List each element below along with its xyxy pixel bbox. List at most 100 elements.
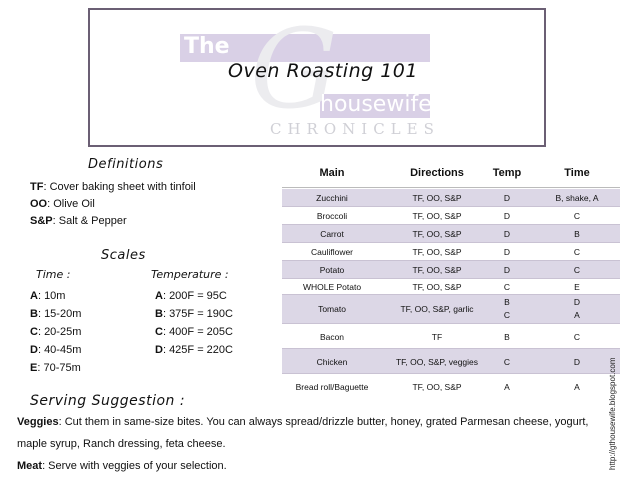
veggies-text: : Cut them in same-size bites. You can a… [58, 416, 589, 428]
definition-key: OO [30, 198, 48, 210]
scale-text: : 400F = 205C [162, 326, 233, 338]
cell-main: Cauliflower [310, 247, 354, 257]
cell-main: Potato [319, 265, 345, 275]
definition-key: S&P [30, 215, 53, 227]
cell-time: C [573, 332, 581, 342]
cell-main: Zucchini [316, 193, 348, 203]
cell-main: Bacon [319, 332, 345, 342]
veggies-line-2: maple syrup, Ranch dressing, feta cheese… [17, 438, 226, 450]
cell-temp: A [504, 382, 510, 392]
table-row: WHOLE Potato TF, OO, S&P C E [282, 279, 620, 295]
header-temp: Temp [492, 167, 522, 179]
time-scale-item: D: 40-45m [30, 344, 81, 356]
table-header: Main Directions Temp Time [282, 160, 620, 188]
temperature-scale-item: D: 425F = 220C [155, 344, 233, 356]
cell-time: A [574, 382, 580, 392]
cell-main: Carrot [320, 229, 344, 239]
definition-item: OO: Olive Oil [30, 198, 95, 210]
meat-text: : Serve with veggies of your selection. [42, 460, 227, 472]
table-row: Cauliflower TF, OO, S&P D C [282, 243, 620, 261]
cell-temp: B [504, 297, 510, 307]
cell-main: Broccoli [316, 211, 348, 221]
blog-url: http://gthousewife.blogspot.com [608, 357, 617, 470]
time-scale-item: E: 70-75m [30, 362, 81, 374]
cell-directions: TF, OO, S&P [412, 193, 462, 203]
cell-main: WHOLE Potato [302, 282, 362, 292]
cell-directions: TF, OO, S&P, veggies [395, 357, 479, 367]
time-scale-item: B: 15-20m [30, 308, 81, 320]
scale-key: A [30, 290, 38, 302]
veggies-line: Veggies: Cut them in same-size bites. Yo… [17, 416, 589, 428]
time-scale-item: A: 10m [30, 290, 65, 302]
cell-directions: TF, OO, S&P [412, 282, 462, 292]
cell-time: C [573, 247, 581, 257]
definition-text: : Cover baking sheet with tinfoil [43, 181, 196, 193]
meat-line: Meat: Serve with veggies of your selecti… [17, 460, 227, 472]
cell-temp: C [503, 282, 511, 292]
cell-directions: TF, OO, S&P [412, 247, 462, 257]
table-row: Chicken TF, OO, S&P, veggies C D [282, 349, 620, 374]
scales-heading: Scales [101, 248, 146, 263]
cell-temp: D [503, 193, 511, 203]
cell-time: D [573, 357, 581, 367]
cell-time: A [574, 310, 580, 320]
table-row: Broccoli TF, OO, S&P D C [282, 207, 620, 225]
scale-key: B [30, 308, 38, 320]
cell-temp: D [503, 265, 511, 275]
temperature-scale-item: A: 200F = 95C [155, 290, 227, 302]
temperature-scale-item: C: 400F = 205C [155, 326, 233, 338]
cell-temp: D [503, 229, 511, 239]
cell-main: Chicken [316, 357, 348, 367]
cell-directions: TF, OO, S&P [412, 229, 462, 239]
header-directions: Directions [410, 167, 464, 179]
veggies-key: Veggies [17, 416, 59, 428]
serving-suggestion-heading: Serving Suggestion : [30, 393, 186, 409]
table-row: Zucchini TF, OO, S&P D B, shake, A [282, 189, 620, 207]
scale-key: C [30, 326, 38, 338]
cell-main: Tomato [318, 304, 346, 314]
scale-key: D [30, 344, 38, 356]
table-row: Potato TF, OO, S&P D C [282, 261, 620, 279]
cell-temp: D [503, 211, 511, 221]
cell-directions: TF, OO, S&P [412, 265, 462, 275]
temperature-label: Temperature : [151, 268, 229, 281]
table-row: Carrot TF, OO, S&P D B [282, 225, 620, 243]
cell-time: B, shake, A [555, 193, 599, 203]
cell-directions: TF [431, 332, 443, 342]
cell-time: E [574, 282, 580, 292]
scale-text: : 15-20m [37, 308, 82, 320]
scale-text: : 200F = 95C [162, 290, 227, 302]
scale-text: : 70-75m [37, 362, 81, 374]
cell-main: Bread roll/Baguette [295, 382, 369, 392]
scale-text: : 425F = 220C [162, 344, 233, 356]
scale-key: B [155, 308, 163, 320]
table-row: Tomato TF, OO, S&P, garlic B C D A [282, 295, 620, 324]
cell-directions: TF, OO, S&P [412, 211, 462, 221]
definition-item: S&P: Salt & Pepper [30, 215, 127, 227]
scale-key: D [155, 344, 163, 356]
definition-text: : Salt & Pepper [52, 215, 127, 227]
cell-temp: C [503, 357, 511, 367]
scale-key: A [155, 290, 163, 302]
cell-directions: TF, OO, S&P [412, 382, 462, 392]
cell-directions: TF, OO, S&P, garlic [400, 304, 474, 314]
cell-time: C [573, 211, 581, 221]
time-scale-item: C: 20-25m [30, 326, 81, 338]
temperature-scale-item: B: 375F = 190C [155, 308, 233, 320]
page-title: Oven Roasting 101 [228, 60, 418, 82]
definition-item: TF: Cover baking sheet with tinfoil [30, 181, 196, 193]
definition-key: TF [30, 181, 44, 193]
scale-key: C [155, 326, 163, 338]
cell-temp: B [504, 332, 510, 342]
meat-key: Meat [17, 460, 43, 472]
table-row: Bread roll/Baguette TF, OO, S&P A A [282, 374, 620, 399]
time-label: Time : [36, 268, 71, 281]
scale-text: : 375F = 190C [162, 308, 233, 320]
cell-temp: C [503, 310, 511, 320]
scale-text: : 10m [37, 290, 66, 302]
scale-text: : 20-25m [37, 326, 82, 338]
cell-temp: D [503, 247, 511, 257]
table-row: Bacon TF B C [282, 324, 620, 349]
header-time: Time [564, 167, 590, 179]
cell-time: D [573, 297, 581, 307]
